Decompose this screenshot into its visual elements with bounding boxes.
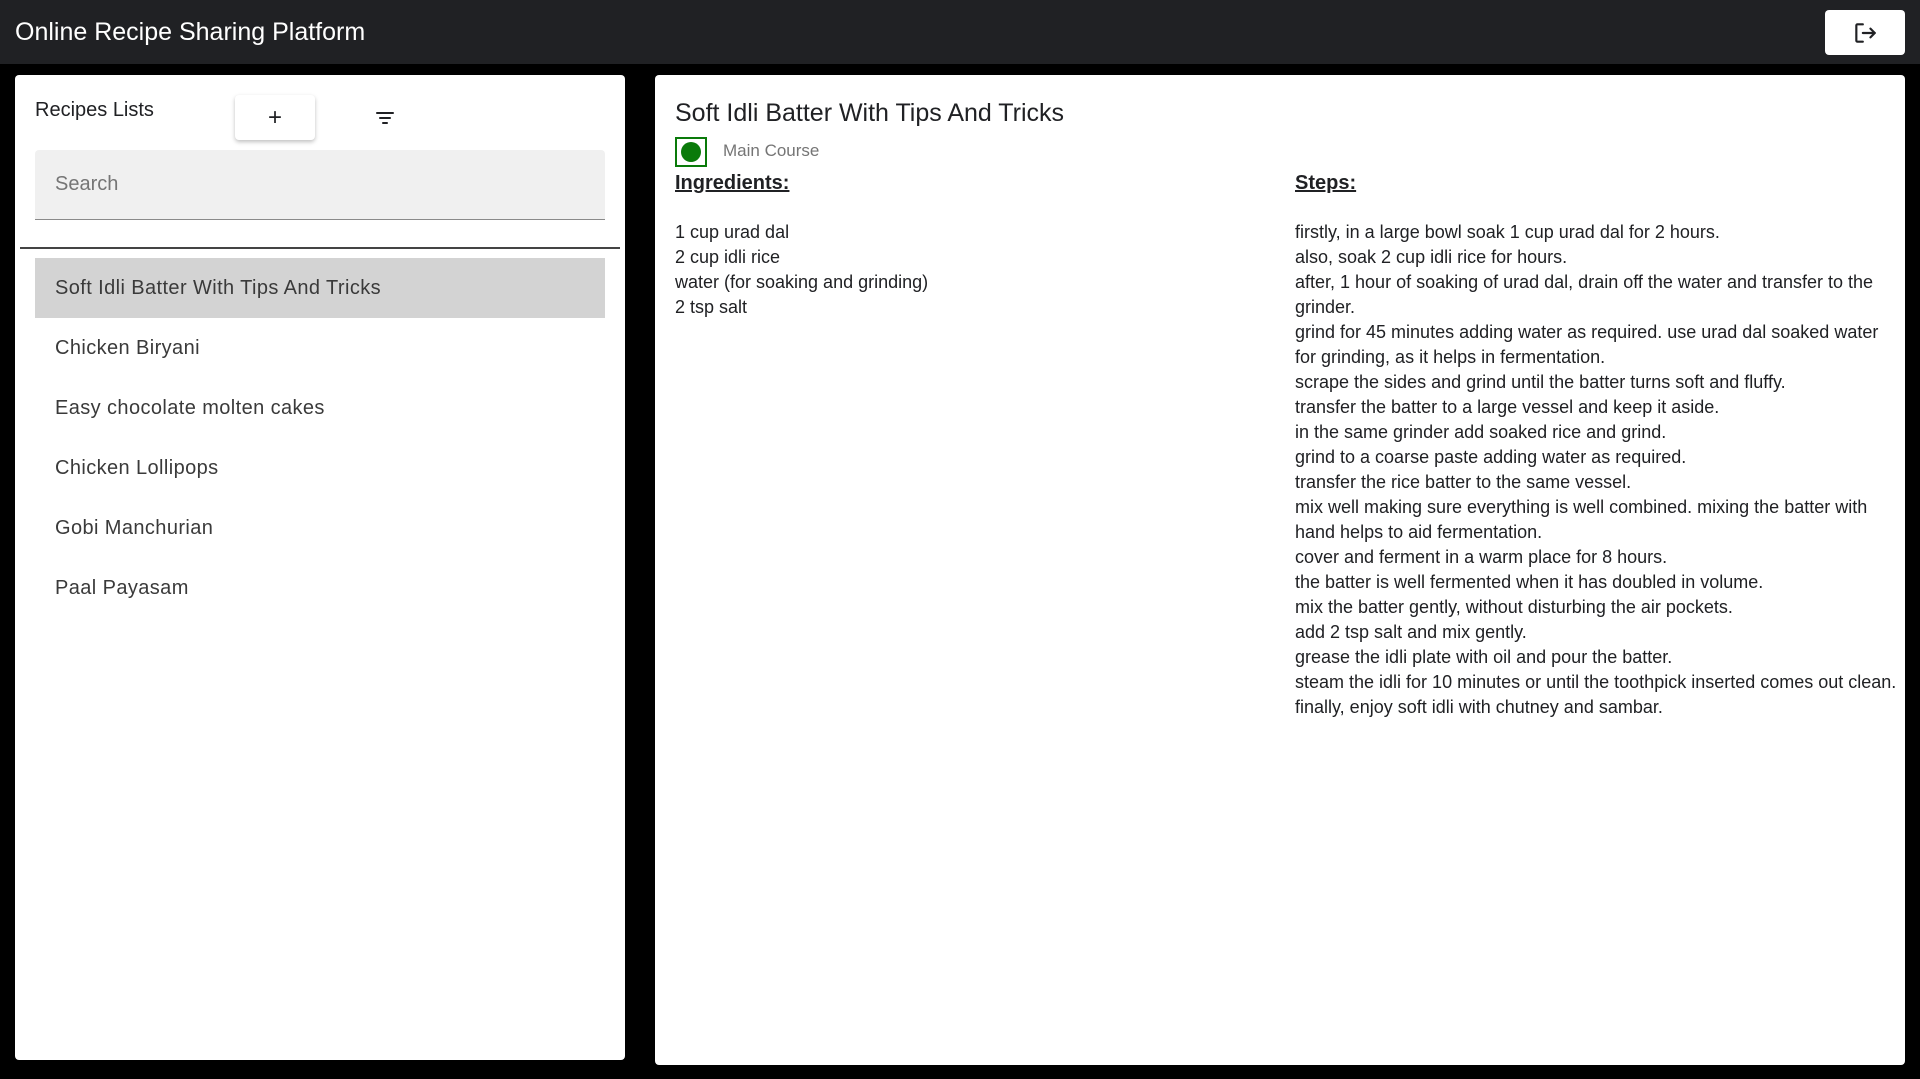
step-item: transfer the batter to a large vessel an… <box>1295 397 1720 417</box>
step-item: add 2 tsp salt and mix gently. <box>1295 622 1527 642</box>
recipe-list-item[interactable]: Easy chocolate molten cakes <box>35 378 605 438</box>
ingredients-list: 1 cup urad dal 2 cup idli rice water (for … <box>675 220 928 320</box>
veg-indicator-dot <box>681 142 701 162</box>
step-item: mix well making sure everything is well … <box>1295 497 1868 542</box>
recipe-list-item[interactable]: Chicken Lollipops <box>35 438 605 498</box>
step-item: after, 1 hour of soaking of urad dal, dr… <box>1295 272 1874 317</box>
veg-indicator-icon <box>675 137 707 167</box>
step-item: the batter is well fermented when it has… <box>1295 572 1764 592</box>
recipe-list-item[interactable]: Chicken Biryani <box>35 318 605 378</box>
recipe-list-item[interactable]: Paal Payasam <box>35 558 605 618</box>
ingredient-item: 1 cup urad dal <box>675 222 790 242</box>
recipe-list-item[interactable]: Soft Idli Batter With Tips And Tricks <box>35 258 605 318</box>
steps-heading: Steps: <box>1295 172 1357 194</box>
add-recipe-button[interactable]: + <box>235 95 315 140</box>
step-item: steam the idli for 10 minutes or until t… <box>1295 672 1897 692</box>
ingredient-item: 2 tsp salt <box>675 297 748 317</box>
recipe-list-panel: Recipes Lists + Soft Idli Batter With Ti… <box>15 75 625 1060</box>
search-input[interactable] <box>35 150 605 219</box>
logout-icon <box>1855 22 1876 43</box>
recipe-list-title: Recipes Lists <box>35 99 154 121</box>
filter-icon <box>376 111 394 124</box>
recipe-list-item[interactable]: Gobi Manchurian <box>35 498 605 558</box>
step-item: grind for 45 minutes adding water as req… <box>1295 322 1879 367</box>
step-item: in the same grinder add soaked rice and … <box>1295 422 1667 442</box>
recipe-category: Main Course <box>723 141 820 160</box>
logout-button[interactable] <box>1825 10 1905 55</box>
app-title: Online Recipe Sharing Platform <box>15 17 366 46</box>
recipe-title: Soft Idli Batter With Tips And Tricks <box>675 99 1065 127</box>
step-item: grind to a coarse paste adding water as … <box>1295 447 1687 467</box>
step-item: firstly, in a large bowl soak 1 cup urad… <box>1295 222 1720 242</box>
ingredient-item: water (for soaking and grinding) <box>675 272 929 292</box>
step-item: transfer the rice batter to the same ves… <box>1295 472 1632 492</box>
step-item: grease the idli plate with oil and pour … <box>1295 647 1673 667</box>
step-item: finally, enjoy soft idli with chutney an… <box>1295 697 1663 717</box>
recipe-list: Soft Idli Batter With Tips And Tricks Chi… <box>35 258 605 618</box>
filter-button[interactable] <box>350 95 420 140</box>
divider <box>20 247 620 249</box>
top-app-bar: Online Recipe Sharing Platform <box>0 0 1920 64</box>
step-item: scrape the sides and grind until the bat… <box>1295 372 1786 392</box>
step-item: cover and ferment in a warm place for 8 … <box>1295 547 1668 567</box>
step-item: also, soak 2 cup idli rice for hours. <box>1295 247 1568 267</box>
step-item: mix the batter gently, without disturbin… <box>1295 597 1733 617</box>
ingredients-heading: Ingredients: <box>675 172 790 194</box>
search-field[interactable] <box>35 150 605 220</box>
recipe-detail-panel: Soft Idli Batter With Tips And Tricks Ma… <box>655 75 1905 1065</box>
steps-list: firstly, in a large bowl soak 1 cup urad… <box>1295 220 1900 720</box>
ingredient-item: 2 cup idli rice <box>675 247 781 267</box>
